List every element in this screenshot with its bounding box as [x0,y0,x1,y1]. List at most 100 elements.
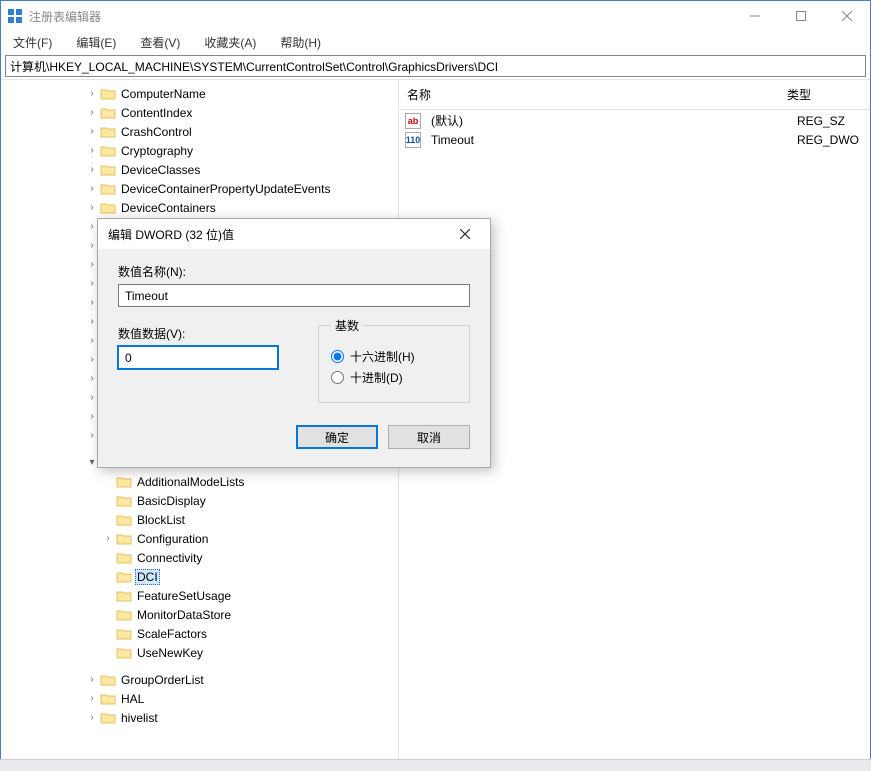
tree-label: ContentIndex [119,105,194,121]
expander-icon[interactable]: › [85,693,99,704]
tree-item[interactable]: ›ComputerName [31,84,398,103]
close-button[interactable] [824,1,870,31]
tree-item[interactable]: › CrashControl [31,122,398,141]
value-type: REG_DWO [789,132,867,148]
folder-icon [100,182,116,196]
tree-item[interactable]: DCI [31,567,398,586]
menu-edit[interactable]: 编辑(E) [70,32,122,53]
tree-label: Connectivity [135,550,204,566]
tree-label: AdditionalModeLists [135,474,246,490]
folder-icon [100,201,116,215]
tree-label: UseNewKey [135,645,205,661]
tree-label: HAL [119,691,146,707]
minimize-button[interactable] [732,1,778,31]
column-name[interactable]: 名称 [399,84,779,105]
app-icon [7,8,23,24]
list-row[interactable]: ab(默认)REG_SZ [399,110,870,131]
radio-dec-row[interactable]: 十进制(D) [331,369,457,386]
folder-icon [116,646,132,660]
folder-icon [100,673,116,687]
maximize-button[interactable] [778,1,824,31]
menubar: 文件(F) 编辑(E) 查看(V) 收藏夹(A) 帮助(H) [1,31,870,53]
expander-icon[interactable]: › [101,533,115,544]
value-icon: ab [405,113,421,129]
value-name-label: 数值名称(N): [118,263,470,280]
tree-label: Cryptography [119,143,195,159]
radio-hex-row[interactable]: 十六进制(H) [331,348,457,365]
tree-item[interactable]: › HAL [31,689,398,708]
radio-dec-label: 十进制(D) [350,369,403,386]
tree-label: hivelist [119,710,160,726]
tree-label: CrashControl [119,124,194,140]
tree-label: FeatureSetUsage [135,588,233,604]
expander-icon[interactable]: › [85,88,99,99]
expander-icon[interactable]: › [85,712,99,723]
folder-icon [116,627,132,641]
value-name-input[interactable] [118,284,470,307]
value-name: Timeout [423,132,789,148]
value-type: REG_SZ [789,113,853,129]
expander-icon[interactable]: › [85,164,99,175]
radio-hex-label: 十六进制(H) [350,348,415,365]
menu-view[interactable]: 查看(V) [134,32,186,53]
value-name: (默认) [423,111,789,130]
expander-icon[interactable]: › [85,674,99,685]
tree-item[interactable]: › Cryptography [31,141,398,160]
window-title: 注册表编辑器 [29,8,732,25]
folder-icon [100,87,116,101]
folder-icon [116,475,132,489]
radio-dec[interactable] [331,371,344,384]
menu-favorites[interactable]: 收藏夹(A) [198,32,262,53]
dialog-titlebar: 编辑 DWORD (32 位)值 [98,219,490,249]
address-text: 计算机\HKEY_LOCAL_MACHINE\SYSTEM\CurrentCon… [10,58,498,75]
radio-hex[interactable] [331,350,344,363]
value-data-input[interactable] [118,346,278,369]
dialog-close-button[interactable] [450,226,480,242]
expander-icon[interactable]: › [85,126,99,137]
tree-item[interactable]: › hivelist [31,708,398,727]
tree-item[interactable]: › DeviceContainerPropertyUpdateEvents [31,179,398,198]
cancel-button[interactable]: 取消 [388,425,470,449]
folder-icon [116,570,132,584]
tree-item[interactable]: BasicDisplay [31,491,398,510]
tree-item[interactable]: ›GroupOrderList [31,670,398,689]
folder-icon [100,106,116,120]
tree-label: ScaleFactors [135,626,209,642]
list-row[interactable]: 110TimeoutREG_DWO [399,131,870,149]
folder-icon [100,144,116,158]
ok-button[interactable]: 确定 [296,425,378,449]
tree-item[interactable]: › DeviceContainers [31,198,398,217]
column-type[interactable]: 类型 [779,84,819,105]
tree-item[interactable]: MonitorDataStore [31,605,398,624]
address-bar[interactable]: 计算机\HKEY_LOCAL_MACHINE\SYSTEM\CurrentCon… [5,55,866,77]
folder-icon [100,692,116,706]
tree-item[interactable]: › ContentIndex [31,103,398,122]
tree-label: DeviceContainers [119,200,218,216]
folder-icon [116,551,132,565]
window-controls [732,1,870,31]
tree-item[interactable]: UseNewKey [31,643,398,662]
tree-label: MonitorDataStore [135,607,233,623]
tree-label: DeviceContainerPropertyUpdateEvents [119,181,332,197]
tree-label: DCI [135,569,160,585]
tree-item[interactable]: BlockList [31,510,398,529]
tree-item[interactable]: › Configuration [31,529,398,548]
list-header: 名称 类型 [399,80,870,110]
folder-icon [116,608,132,622]
tree-item[interactable]: ScaleFactors [31,624,398,643]
value-icon: 110 [405,132,421,148]
tree-item[interactable]: FeatureSetUsage [31,586,398,605]
folder-icon [100,125,116,139]
tree-item[interactable]: ›DeviceClasses [31,160,398,179]
tree-item[interactable]: Connectivity [31,548,398,567]
folder-icon [100,163,116,177]
tree-item[interactable]: AdditionalModeLists [31,472,398,491]
expander-icon[interactable]: › [85,107,99,118]
tree-label: Configuration [135,531,210,547]
expander-icon[interactable]: › [85,202,99,213]
menu-file[interactable]: 文件(F) [7,32,58,53]
expander-icon[interactable]: › [85,145,99,156]
menu-help[interactable]: 帮助(H) [274,32,327,53]
expander-icon[interactable]: › [85,183,99,194]
folder-icon [116,513,132,527]
